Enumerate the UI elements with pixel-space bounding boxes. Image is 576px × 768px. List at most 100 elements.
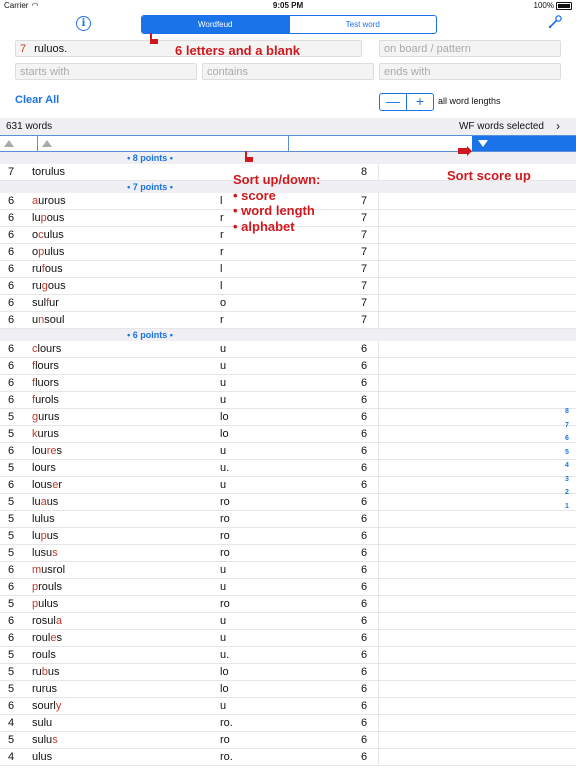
- tab-wordfeud[interactable]: Wordfeud: [142, 16, 289, 33]
- word-text: luaus: [32, 496, 58, 508]
- index-item[interactable]: 1: [562, 503, 572, 517]
- word-row[interactable]: 5 lulus ro 6: [0, 511, 576, 528]
- word-part: usrol: [41, 564, 66, 576]
- stepper-minus-button[interactable]: —: [380, 94, 406, 110]
- word-text: sulus: [32, 734, 58, 746]
- word-row[interactable]: 5 lours u. 6: [0, 460, 576, 477]
- clear-all-button[interactable]: Clear All: [15, 94, 59, 106]
- word-score: 6: [8, 632, 15, 644]
- word-list-selector[interactable]: WF words selected: [459, 121, 544, 132]
- stepper-plus-button[interactable]: +: [406, 94, 433, 110]
- word-row[interactable]: 5 pulus ro 6: [0, 596, 576, 613]
- word-row[interactable]: 6 fluors u 6: [0, 375, 576, 392]
- index-item[interactable]: 5: [562, 449, 572, 463]
- word-length: 6: [361, 598, 368, 610]
- word-row[interactable]: 6 roules u 6: [0, 630, 576, 647]
- word-row[interactable]: 5 lusus ro 6: [0, 545, 576, 562]
- word-row[interactable]: 6 sourly u 6: [0, 698, 576, 715]
- word-length: 7: [361, 195, 368, 207]
- word-extra-letters: r: [220, 212, 224, 224]
- word-row[interactable]: 6 rosula u 6: [0, 613, 576, 630]
- word-row[interactable]: 5 kurus lo 6: [0, 426, 576, 443]
- word-row[interactable]: 6 louser u 6: [0, 477, 576, 494]
- word-row[interactable]: 6 flours u 6: [0, 358, 576, 375]
- word-row[interactable]: 6 unsoul r 7: [0, 312, 576, 329]
- word-part: lulus: [32, 513, 55, 525]
- word-row[interactable]: 4 sulu ro. 6: [0, 715, 576, 732]
- word-score: 5: [8, 411, 15, 423]
- on-board-pattern-input[interactable]: on board / pattern: [379, 40, 561, 57]
- row-divider: [378, 244, 576, 260]
- word-text: lupous: [32, 212, 64, 224]
- sort-score-icon[interactable]: [4, 140, 14, 147]
- word-row[interactable]: 6 furols u 6: [0, 392, 576, 409]
- word-length: 6: [361, 530, 368, 542]
- word-row[interactable]: 5 sulus ro 6: [0, 732, 576, 749]
- index-item[interactable]: 7: [562, 422, 572, 436]
- tab-test-word[interactable]: Test word: [288, 16, 437, 33]
- word-row[interactable]: 6 musrol u 6: [0, 562, 576, 579]
- row-divider: [378, 426, 576, 442]
- word-text: aurous: [32, 195, 66, 207]
- index-item[interactable]: 3: [562, 476, 572, 490]
- word-score: 5: [8, 513, 15, 525]
- word-row[interactable]: 5 gurus lo 6: [0, 409, 576, 426]
- row-divider: [378, 460, 576, 476]
- word-part: r: [58, 479, 62, 491]
- row-divider: [378, 409, 576, 425]
- word-text: rurus: [32, 683, 57, 695]
- sort-alphabet-icon[interactable]: [42, 140, 52, 147]
- info-icon[interactable]: i: [76, 16, 91, 31]
- word-row[interactable]: 4 ulus ro. 6: [0, 749, 576, 766]
- pointing-hand-icon: [150, 33, 158, 44]
- word-row[interactable]: 6 loures u 6: [0, 443, 576, 460]
- word-row[interactable]: 6 opulus r 7: [0, 244, 576, 261]
- chevron-right-icon[interactable]: ›: [556, 119, 560, 133]
- word-row[interactable]: 5 rubus lo 6: [0, 664, 576, 681]
- word-row[interactable]: 6 rugous l 7: [0, 278, 576, 295]
- index-item[interactable]: 2: [562, 489, 572, 503]
- row-divider: [378, 562, 576, 578]
- word-length: 6: [361, 734, 368, 746]
- word-part: ur: [49, 297, 59, 309]
- section-label: • 7 points •: [127, 182, 173, 192]
- word-row[interactable]: 6 sulfur o 7: [0, 295, 576, 312]
- word-part: rurus: [32, 683, 58, 695]
- word-row[interactable]: 6 prouls u 6: [0, 579, 576, 596]
- word-part: ous: [46, 212, 65, 224]
- word-row[interactable]: 5 rurus lo 6: [0, 681, 576, 698]
- word-highlight: y: [55, 700, 62, 712]
- word-row[interactable]: 6 rufous l 7: [0, 261, 576, 278]
- section-index[interactable]: 87654321: [562, 408, 572, 516]
- word-row[interactable]: 5 rouls u. 6: [0, 647, 576, 664]
- word-length: 6: [361, 717, 368, 729]
- row-divider: [378, 443, 576, 459]
- word-text: lupus: [32, 530, 58, 542]
- ends-with-input[interactable]: ends with: [379, 63, 561, 80]
- row-divider: [378, 664, 576, 680]
- word-length: 6: [361, 377, 368, 389]
- word-row[interactable]: 6 clours u 6: [0, 341, 576, 358]
- battery-indicator: 100%: [534, 1, 572, 10]
- word-row[interactable]: 5 luaus ro 6: [0, 494, 576, 511]
- word-extra-letters: ro.: [220, 717, 233, 729]
- annotation-sort-score-up: Sort score up: [447, 168, 531, 183]
- word-extra-letters: u.: [220, 462, 230, 474]
- word-row[interactable]: 5 lupus ro 6: [0, 528, 576, 545]
- index-item[interactable]: 8: [562, 408, 572, 422]
- wrench-icon[interactable]: [547, 14, 563, 30]
- sort-score-button[interactable]: [472, 136, 576, 151]
- index-item[interactable]: 6: [562, 435, 572, 449]
- contains-input[interactable]: contains: [202, 63, 374, 80]
- word-text: opulus: [32, 246, 64, 258]
- word-text: pulus: [32, 598, 58, 610]
- row-divider: [378, 545, 576, 561]
- word-extra-letters: ro: [220, 513, 230, 525]
- starts-with-input[interactable]: starts with: [15, 63, 197, 80]
- annotation-sort-length: • word length: [233, 203, 315, 218]
- word-extra-letters: lo: [220, 428, 229, 440]
- word-length: 7: [361, 314, 368, 326]
- word-extra-letters: u: [220, 445, 227, 457]
- row-divider: [378, 630, 576, 646]
- index-item[interactable]: 4: [562, 462, 572, 476]
